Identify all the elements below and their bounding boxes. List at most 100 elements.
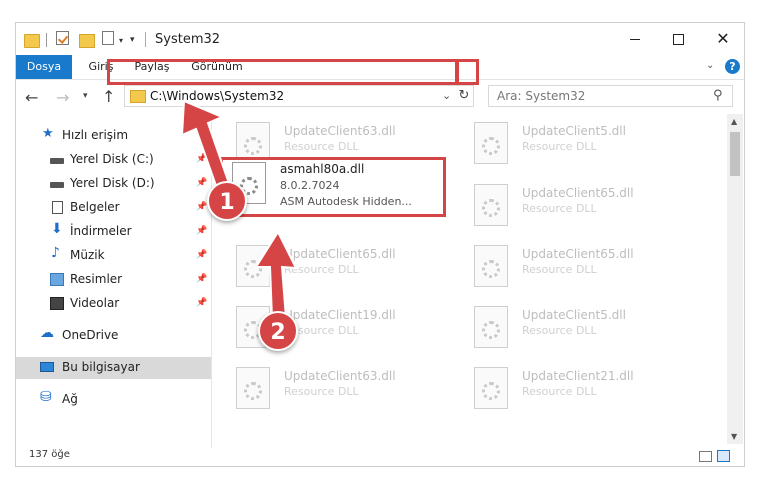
disk-icon	[50, 182, 64, 188]
pin-icon[interactable]: 📌	[196, 250, 207, 260]
properties-check-icon[interactable]	[56, 31, 69, 45]
target-file-item[interactable]: asmahl80a.dll 8.0.2.7024 ASM Autodesk Hi…	[232, 160, 442, 214]
maximize-icon	[673, 34, 684, 45]
file-name: UpdateClient19.dll	[284, 308, 396, 322]
videos-icon	[50, 297, 64, 310]
expand-ribbon-icon[interactable]: ⌄	[706, 60, 714, 71]
list-item[interactable]: UpdateClient65.dll Resource DLL	[474, 245, 674, 289]
cloud-icon: ☁	[40, 325, 54, 341]
refresh-icon[interactable]: ↻	[454, 85, 474, 107]
dll-file-icon	[474, 367, 508, 409]
sidebar-item-label: Videolar	[70, 296, 120, 310]
sidebar-item-label: Yerel Disk (D:)	[70, 176, 155, 190]
list-item[interactable]: UpdateClient63.dll Resource DLL	[236, 367, 436, 411]
sidebar-item-downloads[interactable]: ⬇ İndirmeler 📌	[16, 221, 211, 243]
documents-icon	[52, 201, 63, 214]
maximize-button[interactable]	[661, 27, 695, 51]
file-version: 8.0.2.7024	[280, 179, 340, 192]
new-folder-icon[interactable]	[79, 34, 95, 48]
address-bar[interactable]: C:\Windows\System32 ⌄	[124, 85, 474, 107]
sidebar-item-videos[interactable]: Videolar 📌	[16, 293, 211, 315]
file-description: Resource DLL	[522, 202, 597, 215]
file-description: Resource DLL	[522, 324, 597, 337]
folder-icon[interactable]	[24, 34, 40, 48]
dll-file-icon	[236, 367, 270, 409]
file-description: Resource DLL	[284, 385, 359, 398]
pin-icon[interactable]: 📌	[196, 274, 207, 284]
sidebar-item-onedrive[interactable]: ☁ OneDrive	[16, 325, 211, 347]
chevron-down-icon[interactable]: ⌄	[442, 89, 451, 102]
properties-icon[interactable]	[102, 31, 114, 45]
file-name: UpdateClient5.dll	[522, 308, 626, 322]
sidebar-item-label: Belgeler	[70, 200, 120, 214]
file-description: Resource DLL	[522, 140, 597, 153]
dll-file-icon	[474, 122, 508, 164]
search-placeholder: Ara: System32	[497, 89, 586, 103]
scroll-thumb[interactable]	[730, 132, 740, 176]
disk-icon	[50, 158, 64, 164]
pin-icon[interactable]: 📌	[196, 202, 207, 212]
scroll-up-icon[interactable]: ▲	[731, 117, 737, 126]
sidebar-item-quick-access[interactable]: ★ Hızlı erişim	[16, 125, 211, 147]
list-item[interactable]: UpdateClient5.dll Resource DLL	[474, 306, 674, 350]
sidebar-item-pictures[interactable]: Resimler 📌	[16, 269, 211, 291]
details-view-icon[interactable]	[699, 451, 712, 462]
chevron-down-icon[interactable]: ▾	[119, 36, 123, 45]
screen: ▾ ▾ System32 ✕ Dosya Giriş Paylaş Görünü…	[0, 0, 769, 486]
search-icon[interactable]: ⚲	[713, 88, 723, 103]
sidebar-item-disk-c[interactable]: Yerel Disk (C:) 📌	[16, 149, 211, 171]
list-item[interactable]: UpdateClient65.dll Resource DLL	[474, 184, 674, 228]
customize-quick-access-icon[interactable]: ▾	[130, 35, 135, 45]
sidebar-item-documents[interactable]: Belgeler 📌	[16, 197, 211, 219]
sidebar-item-disk-d[interactable]: Yerel Disk (D:) 📌	[16, 173, 211, 195]
pin-icon[interactable]: 📌	[196, 298, 207, 308]
status-bar: 137 öğe	[16, 448, 744, 466]
minimize-button[interactable]	[617, 27, 651, 51]
sidebar-item-label: Yerel Disk (C:)	[70, 152, 154, 166]
dll-file-icon	[474, 184, 508, 226]
up-arrow-icon[interactable]: ↑	[102, 87, 115, 106]
forward-arrow-icon[interactable]: →	[56, 88, 69, 107]
network-icon: ⛁	[40, 389, 52, 405]
pin-icon[interactable]: 📌	[196, 226, 207, 236]
sidebar-item-network[interactable]: ⛁ Ağ	[16, 389, 211, 411]
file-name: UpdateClient63.dll	[284, 124, 396, 138]
file-description: ASM Autodesk Hidden...	[280, 195, 412, 208]
pin-icon[interactable]: 📌	[196, 178, 207, 188]
sidebar-item-label: Müzik	[70, 248, 105, 262]
explorer-window: ▾ ▾ System32 ✕ Dosya Giriş Paylaş Görünü…	[15, 22, 745, 467]
help-icon[interactable]: ?	[725, 59, 740, 74]
computer-icon	[40, 362, 54, 372]
navigation-bar: ← → ▾ ↑ C:\Windows\System32 ⌄ ↻ Ara: Sys…	[16, 80, 744, 114]
sidebar-item-label: Bu bilgisayar	[62, 360, 140, 374]
sidebar-item-label: Resimler	[70, 272, 123, 286]
sidebar-item-music[interactable]: ♪ Müzik 📌	[16, 245, 211, 267]
address-path[interactable]: C:\Windows\System32	[150, 89, 284, 103]
pane-divider[interactable]	[211, 114, 212, 451]
search-input[interactable]: Ara: System32 ⚲	[488, 85, 733, 107]
close-button[interactable]: ✕	[706, 27, 740, 51]
sidebar-item-label: OneDrive	[62, 328, 119, 342]
back-arrow-icon[interactable]: ←	[25, 88, 38, 107]
large-icons-view-icon[interactable]	[717, 450, 730, 462]
vertical-scrollbar[interactable]: ▲ ▼	[727, 114, 743, 444]
scroll-down-icon[interactable]: ▼	[731, 432, 737, 441]
folder-icon	[130, 90, 146, 103]
file-description: Resource DLL	[284, 263, 359, 276]
callout-badge-1: 1	[207, 181, 247, 221]
title-separator	[145, 32, 146, 47]
recent-locations-icon[interactable]: ▾	[83, 91, 88, 101]
window-title: System32	[155, 32, 221, 47]
list-item[interactable]: UpdateClient21.dll Resource DLL	[474, 367, 674, 411]
refresh-highlight-box	[455, 59, 479, 85]
minimize-icon	[630, 39, 640, 40]
list-item[interactable]: UpdateClient65.dll Resource DLL	[236, 245, 436, 289]
list-item[interactable]: UpdateClient5.dll Resource DLL	[474, 122, 674, 166]
pin-icon[interactable]: 📌	[196, 154, 207, 164]
sidebar-item-this-pc[interactable]: Bu bilgisayar	[16, 357, 211, 379]
download-icon: ⬇	[51, 221, 63, 237]
callout-badge-2: 2	[258, 311, 298, 351]
file-name: asmahl80a.dll	[280, 162, 365, 176]
star-icon: ★	[42, 126, 54, 141]
tab-file[interactable]: Dosya	[16, 55, 72, 79]
